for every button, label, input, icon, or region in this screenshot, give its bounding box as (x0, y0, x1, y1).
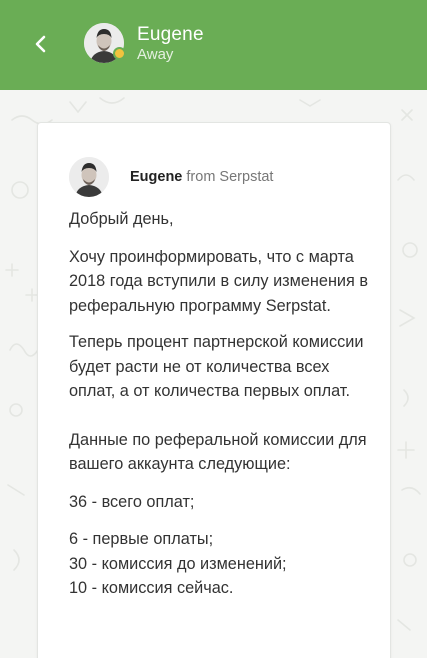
message-card: Eugene from Serpstat Добрый день, Хочу п… (37, 122, 391, 658)
contact-status: Away (137, 46, 174, 63)
status-indicator (113, 47, 126, 60)
message-greeting: Добрый день, (69, 210, 174, 228)
sender-org: from Serpstat (186, 169, 274, 185)
sender-name: Eugene (130, 169, 183, 185)
person-icon (69, 157, 109, 197)
chevron-left-icon (35, 35, 46, 53)
message-paragraph: Теперь процент партнерской комиссии буде… (69, 333, 364, 400)
message-paragraph: Хочу проинформировать, что с марта 2018 … (69, 247, 369, 315)
message-paragraph: 36 - всего оплат; (69, 492, 195, 511)
chat-window: Eugene Away Eugene from Serpstat Добрый … (0, 0, 427, 658)
contact-name: Eugene (137, 24, 204, 45)
sender-avatar (69, 157, 109, 197)
back-button[interactable] (26, 29, 56, 59)
message-body: Добрый день, Хочу проинформировать, что … (69, 207, 369, 601)
message-paragraph: Данные по реферальной комиссии для вашег… (69, 430, 367, 474)
sender-line: Eugene from Serpstat (130, 169, 273, 185)
chat-header: Eugene Away (0, 0, 427, 90)
message-paragraph: 6 - первые оплаты; 30 - комиссия до изме… (69, 530, 287, 597)
contact-avatar[interactable] (84, 23, 126, 63)
